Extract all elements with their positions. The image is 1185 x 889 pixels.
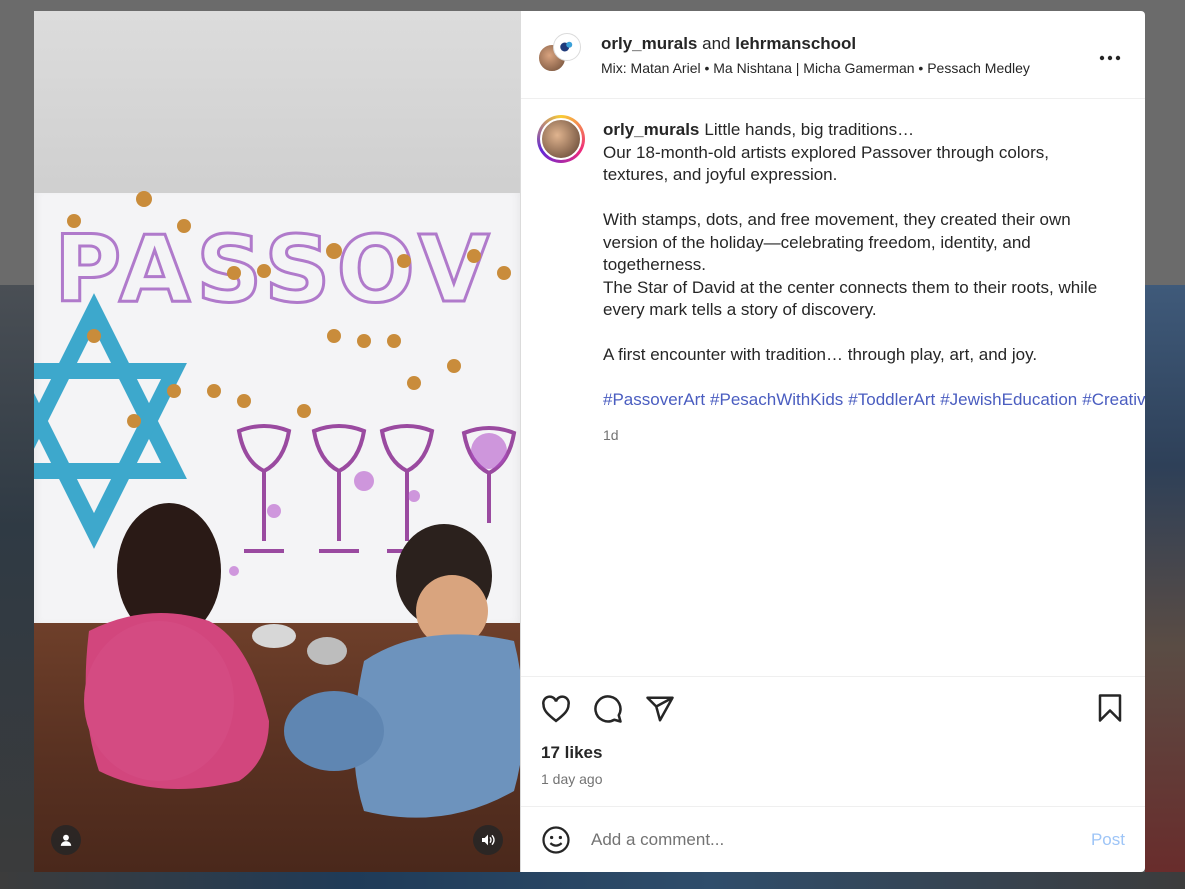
bookmark-icon [1098, 694, 1122, 722]
caption-username[interactable]: orly_murals [603, 120, 699, 139]
poster-text: PASSOV [54, 216, 496, 323]
audio-track-link[interactable]: Mix: Matan Ariel • Ma Nishtana | Micha G… [601, 60, 1030, 76]
post-header: orly_murals and lehrmanschool Mix: Matan… [521, 11, 1145, 99]
background-feed-right [1145, 285, 1185, 889]
caption-body: orly_murals Little hands, big traditions…… [603, 115, 1145, 676]
hashtag-link[interactable]: #CreativeKids [1082, 390, 1145, 409]
comment-button[interactable] [593, 694, 623, 724]
school-logo-icon [560, 41, 573, 51]
caption-line: Little hands, big traditions… [704, 120, 915, 139]
caption-avatar[interactable] [537, 115, 585, 163]
heart-icon [542, 695, 570, 723]
caption-line: The Star of David at the center connects… [603, 277, 1098, 320]
more-options-button[interactable] [1099, 45, 1121, 65]
post-media[interactable]: PASSOV [34, 11, 520, 872]
share-icon [646, 696, 674, 722]
background-feed-bottom [0, 872, 1185, 889]
avatar-lehrmanschool[interactable] [553, 32, 581, 61]
like-button[interactable] [541, 694, 571, 724]
audio-toggle-button[interactable] [473, 825, 503, 855]
background-feed-left [0, 285, 34, 889]
caption-line: Our 18-month-old artists explored Passov… [603, 142, 1049, 185]
collab-avatars[interactable] [537, 32, 583, 77]
comment-input[interactable] [591, 829, 1091, 850]
caption-timestamp[interactable]: 1d [603, 424, 1103, 447]
more-horizontal-icon [1099, 55, 1121, 61]
caption-line: A first encounter with tradition… throug… [603, 345, 1038, 364]
tagged-users-button[interactable] [51, 825, 81, 855]
emoji-icon [542, 825, 570, 854]
share-button[interactable] [645, 694, 675, 724]
caption-hashtags: #PassoverArt #PesachWithKids #ToddlerArt #J… [603, 389, 1145, 412]
header-usernames: orly_murals and lehrmanschool [601, 34, 1030, 54]
hashtag-link[interactable]: #PesachWithKids [710, 390, 843, 409]
likes-count[interactable]: 17 likes [541, 743, 1125, 763]
audio-icon [482, 834, 495, 846]
post-comment-button[interactable]: Post [1091, 830, 1125, 850]
comment-icon [594, 695, 622, 723]
post-modal: PASSOV orly_murals and lehrmanschool Mix… [34, 11, 1145, 872]
emoji-button[interactable] [541, 825, 571, 855]
header-joiner: and [702, 33, 731, 53]
caption-section: orly_murals Little hands, big traditions…… [521, 99, 1145, 676]
header-user1-link[interactable]: orly_murals [601, 34, 697, 53]
hashtag-link[interactable]: #PassoverArt [603, 390, 705, 409]
caption-line: With stamps, dots, and free movement, th… [603, 210, 1071, 274]
post-side-panel: orly_murals and lehrmanschool Mix: Matan… [520, 11, 1145, 872]
action-bar: 17 likes 1 day ago [521, 676, 1145, 806]
header-user2-link[interactable]: lehrmanschool [735, 34, 856, 53]
hashtag-link[interactable]: #ToddlerArt [848, 390, 935, 409]
media-illustration: PASSOV [34, 191, 520, 818]
hashtag-link[interactable]: #JewishEducation [940, 390, 1077, 409]
post-date[interactable]: 1 day ago [541, 771, 1125, 787]
save-button[interactable] [1095, 693, 1125, 723]
user-tag-icon [60, 834, 72, 846]
comment-bar: Post [521, 806, 1145, 872]
